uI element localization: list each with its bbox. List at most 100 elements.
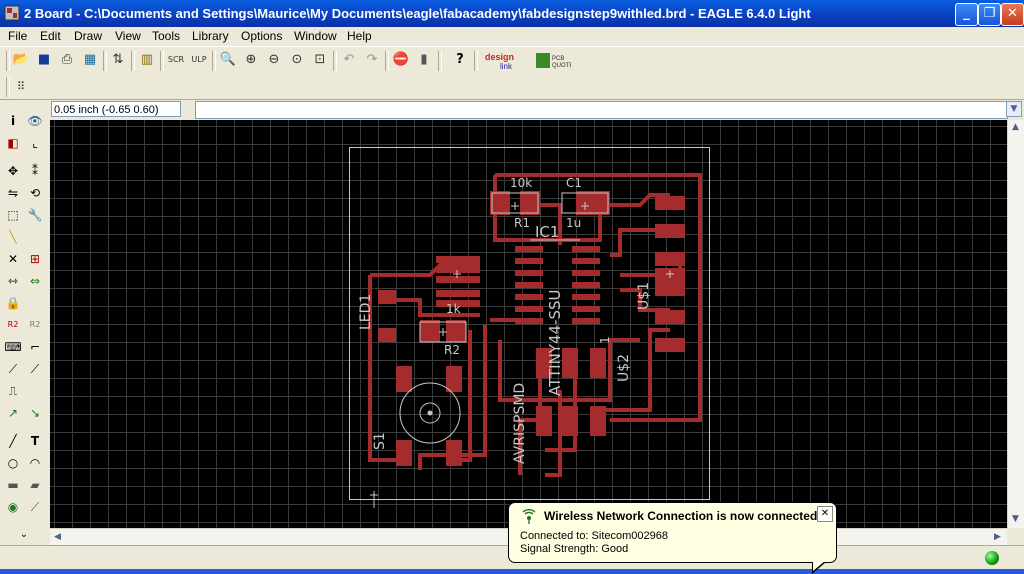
label-us1: U$1 (636, 281, 652, 310)
menu-tools[interactable]: Tools (152, 29, 180, 43)
delete-icon[interactable]: ✕ (4, 250, 22, 268)
notification-line-2: Signal Strength: Good (520, 543, 629, 555)
label-r2-value: 1k (446, 302, 461, 316)
zoom-out-icon[interactable]: ⊖ (264, 50, 284, 70)
vertical-scrollbar[interactable]: ▲ ▼ (1007, 120, 1024, 528)
label-pin1: 1 (598, 336, 612, 344)
menu-window[interactable]: Window (294, 29, 337, 43)
zoom-redraw-icon[interactable]: ⊙ (287, 50, 307, 70)
scroll-down-icon[interactable]: ▼ (1012, 514, 1019, 524)
window-title: 2 Board - C:\Documents and Settings\Maur… (24, 6, 811, 21)
zoom-fit-icon[interactable]: 🔍 (218, 50, 238, 70)
minimize-button[interactable]: _ (955, 3, 978, 26)
mirror-icon[interactable]: ⇋ (4, 184, 22, 202)
scroll-up-icon[interactable]: ▲ (1012, 122, 1019, 132)
label-r2-name: R2 (444, 343, 460, 357)
scr-icon[interactable]: SCR (166, 50, 186, 70)
script-icon[interactable]: ⇅ (108, 50, 128, 70)
notification-title: Wireless Network Connection is now conne… (544, 509, 818, 523)
pcb-quote-icon[interactable]: PCBQUOTE (535, 51, 571, 71)
svg-text:design: design (485, 52, 514, 62)
rect-icon[interactable]: ▬ (4, 476, 22, 494)
display-icon[interactable]: ◧ (4, 134, 22, 152)
open-icon[interactable]: 📂 (11, 50, 31, 70)
title-bar: 2 Board - C:\Documents and Settings\Maur… (0, 0, 1024, 27)
save-icon[interactable]: ■ (34, 50, 54, 70)
miter-icon[interactable]: ⌐ (26, 338, 44, 356)
pinswap-icon[interactable]: ⇿ (4, 272, 22, 290)
optimize-icon[interactable]: ⟋ (26, 360, 44, 378)
maximize-button[interactable]: ❐ (978, 3, 1001, 26)
menu-options[interactable]: Options (241, 29, 282, 43)
text-icon[interactable]: T (26, 432, 44, 450)
replace-icon[interactable]: ⇔ (26, 272, 44, 290)
help-icon[interactable]: ? (450, 50, 470, 70)
group-icon[interactable]: ⬚ (4, 206, 22, 224)
more-tools-icon[interactable]: ⌄ (15, 526, 33, 544)
rotate-icon[interactable]: ⟲ (26, 184, 44, 202)
change-icon[interactable]: 🔧 (26, 206, 44, 224)
library-icon[interactable]: ▥ (137, 50, 157, 70)
via-icon[interactable]: ◉ (4, 498, 22, 516)
toolbar-separator (438, 51, 442, 71)
board-canvas[interactable]: 10k C1 R1 1u IC1 ATTINY44-SSU U$1 U$2 1 … (50, 120, 1007, 528)
stop-icon[interactable]: ⛔ (391, 50, 411, 70)
menu-library[interactable]: Library (192, 29, 229, 43)
command-line-input[interactable] (195, 101, 1008, 119)
ripup-icon[interactable]: ↘ (26, 404, 44, 422)
design-link-icon[interactable]: designlink (484, 51, 528, 71)
label-us2: U$2 (616, 353, 632, 382)
notification-close-button[interactable]: ✕ (817, 506, 833, 522)
toolbar-separator (160, 51, 164, 71)
notification-line-1: Connected to: Sitecom002968 (520, 530, 668, 542)
go-icon[interactable]: ▮ (414, 50, 434, 70)
undo-icon[interactable]: ↶ (339, 50, 359, 70)
polygon-icon[interactable]: ▰ (26, 476, 44, 494)
zoom-select-icon[interactable]: ⊡ (310, 50, 330, 70)
smash-icon[interactable]: ⌨ (4, 338, 22, 356)
menu-edit[interactable]: Edit (40, 29, 61, 43)
menu-file[interactable]: File (8, 29, 27, 43)
name-icon[interactable]: R2 (4, 316, 22, 334)
toolbar-separator (212, 51, 216, 71)
cam-icon[interactable]: ▦ (80, 50, 100, 70)
status-indicator-icon (985, 551, 999, 565)
label-s1: S1 (372, 432, 388, 450)
show-icon[interactable]: 👁 (26, 112, 44, 130)
notification-balloon[interactable]: Wireless Network Connection is now conne… (508, 502, 837, 563)
signal-icon[interactable]: ⟋ (26, 498, 44, 516)
redo-icon[interactable]: ↷ (362, 50, 382, 70)
grid-icon[interactable]: ⠿ (11, 77, 31, 97)
route-icon[interactable]: ↗ (4, 404, 22, 422)
label-c1-value: 1u (566, 216, 582, 230)
menu-help[interactable]: Help (347, 29, 372, 43)
add-icon[interactable]: ⊞ (26, 250, 44, 268)
value-icon[interactable]: R2 (26, 316, 44, 334)
meander-icon[interactable]: ⎍ (4, 382, 22, 400)
wireless-icon (522, 509, 536, 524)
svg-text:link: link (500, 62, 513, 71)
command-history-dropdown[interactable]: ▼ (1006, 101, 1022, 117)
close-button[interactable]: ✕ (1001, 3, 1024, 26)
mark-icon[interactable]: ⌞ (26, 134, 44, 152)
menu-bar: File Edit Draw View Tools Library Option… (0, 27, 1024, 45)
scroll-left-icon[interactable]: ◀ (54, 532, 61, 542)
move-icon[interactable]: ✥ (4, 162, 22, 180)
menu-draw[interactable]: Draw (74, 29, 102, 43)
ulp-icon[interactable]: ULP (189, 50, 209, 70)
lock-icon[interactable]: 🔒 (4, 294, 22, 312)
print-icon[interactable]: ⎙ (57, 50, 77, 70)
info-icon[interactable]: i (4, 112, 22, 130)
zoom-in-icon[interactable]: ⊕ (241, 50, 261, 70)
toolbar-separator (333, 51, 337, 71)
split-icon[interactable]: ⟋ (4, 360, 22, 378)
paste-icon[interactable]: ╲ (4, 228, 22, 246)
arc-icon[interactable]: ◠ (26, 454, 44, 472)
notification-tail-fill (813, 561, 825, 571)
wire-icon[interactable]: ╱ (4, 432, 22, 450)
circle-icon[interactable]: ○ (4, 454, 22, 472)
copy-icon[interactable]: ⁑ (26, 162, 44, 180)
menu-view[interactable]: View (115, 29, 141, 43)
scroll-right-icon[interactable]: ▶ (994, 532, 1001, 542)
label-ic1-name: IC1 (535, 223, 560, 241)
